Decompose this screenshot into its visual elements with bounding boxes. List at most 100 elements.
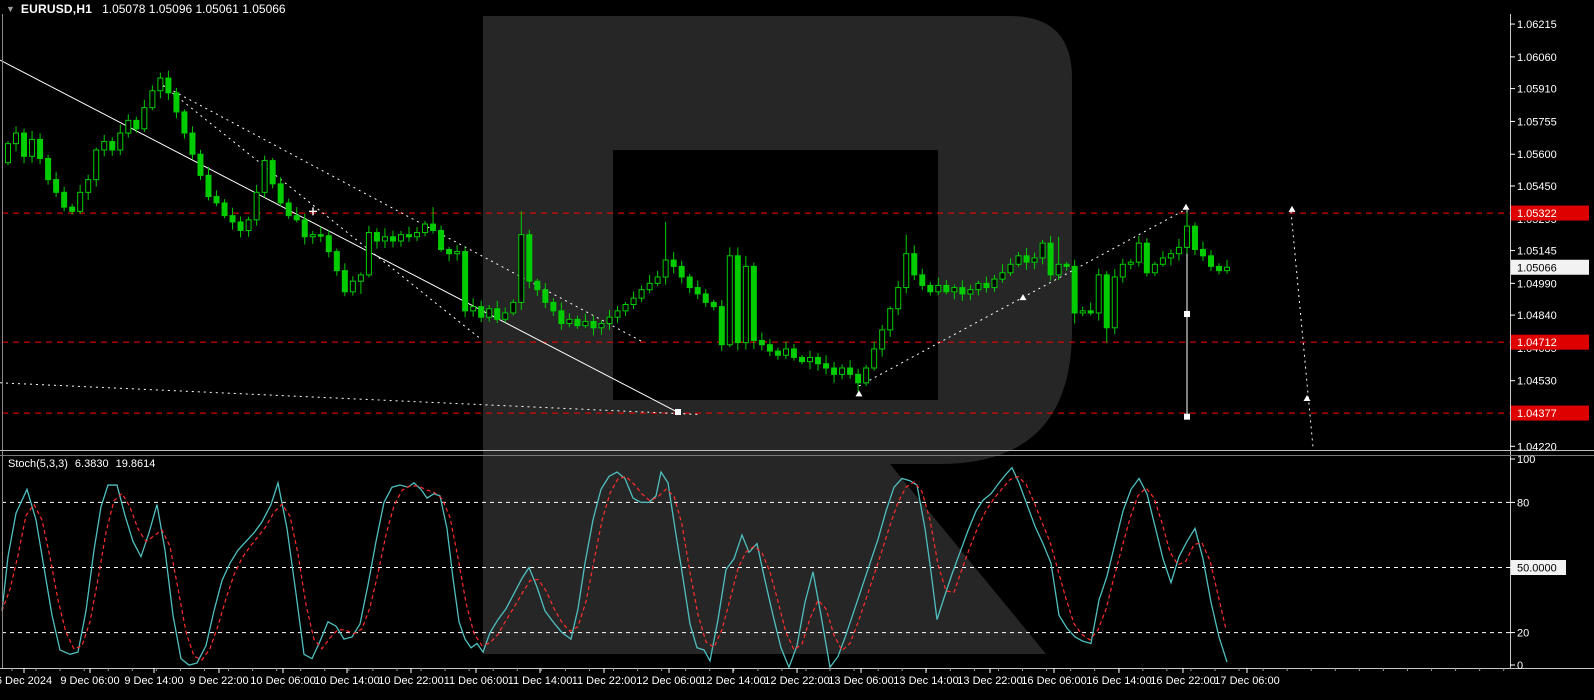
- watermark-topbar: [483, 16, 1003, 150]
- time-tick-label: 16 Dec 06:00: [1021, 675, 1086, 687]
- candle-body: [1079, 310, 1086, 314]
- price-tick-label: 1.05600: [1517, 149, 1557, 161]
- candle-body: [782, 348, 789, 356]
- price-tick-label: 1.05145: [1517, 246, 1557, 258]
- candle-body: [510, 301, 517, 314]
- chart-canvas[interactable]: 1.06215 1.06060 1.05910 1.05755 1.05600 1.054…: [0, 0, 1594, 700]
- candle-body: [478, 306, 485, 318]
- handle-square[interactable]: [675, 409, 681, 416]
- candle-body: [518, 234, 525, 303]
- candle-body: [37, 138, 44, 159]
- ohlc-values: 1.05078 1.05096 1.05061 1.05066: [102, 2, 286, 16]
- candle-body: [93, 149, 100, 181]
- time-tick-label: 9 Dec 14:00: [124, 675, 183, 687]
- stoch-level-label: 0: [1517, 660, 1523, 672]
- price-tick-label: 1.05910: [1517, 84, 1557, 96]
- candle-body: [646, 282, 653, 291]
- candle-body: [750, 265, 757, 341]
- candle-body: [742, 265, 749, 344]
- candle-body: [726, 255, 733, 346]
- candle-body: [975, 282, 982, 291]
- candle-body: [1007, 263, 1014, 274]
- candle-body: [758, 339, 765, 346]
- time-tick-label: 9 Dec 22:00: [189, 675, 248, 687]
- candle-body: [117, 132, 124, 151]
- candle-body: [5, 143, 11, 164]
- handle-square[interactable]: [1184, 413, 1190, 420]
- candle-body: [1095, 274, 1102, 314]
- candle-body: [630, 297, 637, 306]
- time-tick-label: 11 Dec 14:00: [508, 675, 573, 687]
- candle-body: [542, 289, 549, 303]
- price-tick-label: 1.06060: [1517, 52, 1557, 64]
- candle-body: [847, 367, 854, 375]
- price-tick-label: 1.05450: [1517, 181, 1557, 193]
- candle-body: [277, 183, 284, 204]
- chart-title-bar: ▼ EURUSD,H1 1.05078 1.05096 1.05061 1.0506…: [6, 2, 286, 16]
- candle-body: [430, 223, 437, 231]
- candle-body: [935, 284, 942, 293]
- candle-body: [871, 348, 878, 369]
- candle-body: [879, 329, 886, 350]
- candle-body: [1015, 255, 1022, 265]
- candle-body: [422, 223, 429, 234]
- candle-body: [494, 308, 501, 320]
- candle-body: [486, 308, 493, 318]
- symbol-period-label: EURUSD,H1: [20, 2, 93, 16]
- stoch-name: Stoch(5,3,3): [8, 458, 68, 470]
- candle-body: [831, 367, 838, 375]
- candle-body: [1183, 225, 1190, 248]
- candle-body: [919, 274, 926, 286]
- candle-body: [414, 232, 421, 238]
- candle-body: [951, 287, 958, 293]
- candle-body: [21, 132, 28, 157]
- candle-body: [502, 312, 509, 320]
- stoch-indicator-label: Stoch(5,3,3) 6.3830 19.8614: [8, 458, 162, 470]
- candle-body: [454, 251, 461, 255]
- time-tick-label: 10 Dec 14:00: [314, 675, 379, 687]
- time-tick-label: 11 Dec 22:00: [572, 675, 637, 687]
- time-tick-label: 13 Dec 22:00: [957, 675, 1022, 687]
- candle-body: [1071, 265, 1078, 314]
- candle-body: [349, 280, 356, 293]
- time-tick-label: 17 Dec 06:00: [1214, 675, 1279, 687]
- price-tick-label: 1.05755: [1517, 116, 1557, 128]
- time-tick-label: 12 Dec 14:00: [700, 675, 765, 687]
- candle-body: [221, 202, 228, 217]
- candle-body: [662, 259, 669, 278]
- candle-body: [261, 160, 268, 193]
- candle-body: [534, 280, 541, 291]
- watermark-bowl-right: [938, 16, 1072, 464]
- candle-body: [582, 320, 589, 327]
- candle-body: [149, 90, 156, 109]
- symbol-dropdown-icon[interactable]: ▼: [6, 4, 15, 14]
- candle-body: [622, 304, 629, 312]
- candle-body: [197, 153, 204, 176]
- candle-body: [446, 248, 453, 255]
- price-tick-label: 1.04990: [1517, 278, 1557, 290]
- candle-body: [807, 356, 813, 363]
- candle-body: [1055, 263, 1062, 276]
- candle-body: [911, 253, 918, 276]
- candle-body: [205, 174, 212, 198]
- candle-body: [133, 119, 140, 130]
- candle-body: [606, 316, 613, 325]
- candle-body: [237, 221, 244, 231]
- candle-body: [1175, 246, 1182, 255]
- candle-body: [614, 310, 621, 318]
- candle-body: [678, 265, 685, 278]
- candle-body: [1111, 276, 1118, 329]
- handle-square[interactable]: [1184, 311, 1190, 318]
- candle-body: [1167, 253, 1174, 259]
- price-tick-label: 1.06215: [1517, 19, 1557, 31]
- candle-body: [1023, 255, 1030, 263]
- candle-body: [301, 219, 308, 238]
- candle-body: [1199, 248, 1206, 257]
- candle-body: [341, 270, 348, 293]
- candle-body: [45, 157, 52, 181]
- candle-body: [13, 132, 20, 145]
- candle-body: [734, 255, 741, 344]
- candle-body: [1143, 242, 1150, 274]
- candle-body: [406, 234, 412, 238]
- candle-body: [245, 219, 252, 231]
